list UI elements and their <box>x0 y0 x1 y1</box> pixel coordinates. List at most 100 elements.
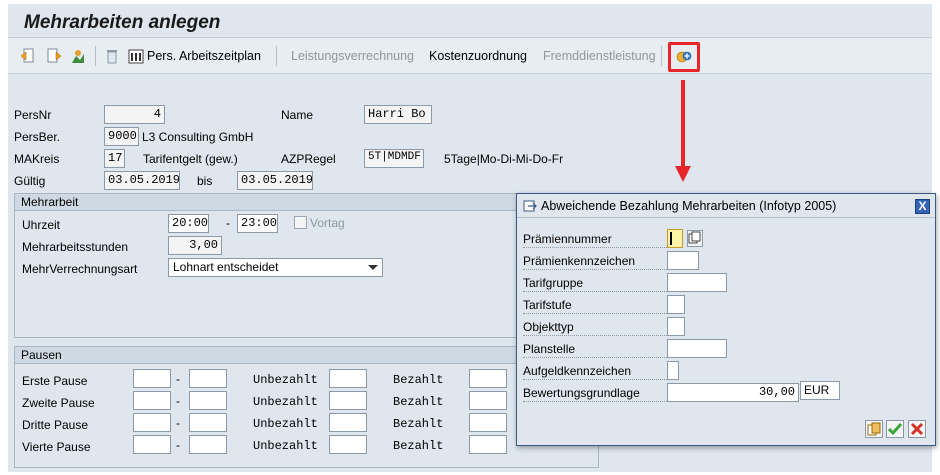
pause-from-field[interactable] <box>133 369 171 388</box>
page-title: Mehrarbeiten anlegen <box>24 12 221 33</box>
bezahlt-field[interactable] <box>469 435 507 454</box>
search-help-button[interactable] <box>865 420 883 438</box>
unbezahlt-label: Unbezahlt <box>253 417 318 431</box>
overview-icon[interactable] <box>70 48 86 64</box>
bezahlt-field[interactable] <box>469 413 507 432</box>
confirm-button[interactable] <box>886 420 904 438</box>
dialog-field-label: Tarifstufe <box>523 298 669 314</box>
gueltig-from-field[interactable]: 03.05.2019 <box>104 171 180 190</box>
pers-arbeitszeitplan-button[interactable]: Pers. Arbeitszeitplan <box>147 49 261 63</box>
makreis-field[interactable]: 17 <box>104 149 125 168</box>
verrechnungsart-dropdown[interactable]: Lohnart entscheidet <box>168 258 383 277</box>
uhrzeit-label: Uhrzeit <box>22 218 61 232</box>
azpregel-field[interactable]: 5T|MDMDF <box>364 149 424 168</box>
persnr-field[interactable]: 4 <box>104 105 165 124</box>
highlight-box <box>668 42 700 72</box>
pause-dash: - <box>176 438 180 452</box>
dialog-input-field[interactable] <box>667 273 727 292</box>
unbezahlt-field[interactable] <box>329 413 367 432</box>
pause-from-field[interactable] <box>133 413 171 432</box>
dialog-input-field[interactable] <box>667 295 685 314</box>
unbezahlt-field[interactable] <box>329 369 367 388</box>
close-icon[interactable]: X <box>915 199 930 214</box>
unbezahlt-label: Unbezahlt <box>253 439 318 453</box>
copy-value-button[interactable] <box>687 230 703 247</box>
text-cursor <box>670 232 672 245</box>
dialog-input-field[interactable] <box>667 361 679 380</box>
unbezahlt-field[interactable] <box>329 435 367 454</box>
pause-to-field[interactable] <box>189 391 227 410</box>
toolbar-separator <box>276 46 277 66</box>
currency-field[interactable]: EUR <box>800 381 840 400</box>
persber-label: PersBer. <box>14 130 61 144</box>
search-help-icon <box>867 422 881 436</box>
leistungsverrechnung-button[interactable]: Leistungsverrechnung <box>291 49 414 63</box>
toolbar-separator <box>95 46 96 66</box>
toolbar-separator <box>661 46 662 66</box>
azpregel-text: 5Tage|Mo-Di-Mi-Do-Fr <box>444 152 564 166</box>
pause-to-field[interactable] <box>189 369 227 388</box>
bezahlt-field[interactable] <box>469 391 507 410</box>
fremddienstleistung-button[interactable]: Fremddienstleistung <box>543 49 656 63</box>
dialog-field-label: Objekttyp <box>523 320 669 336</box>
pause-dash: - <box>176 416 180 430</box>
pause-dash: - <box>176 372 180 386</box>
pause-from-field[interactable] <box>133 391 171 410</box>
bezahlt-label: Bezahlt <box>393 439 444 453</box>
verrechnungsart-label: MehrVerrechnungsart <box>22 262 138 276</box>
copy-icon <box>688 231 701 244</box>
cancel-icon <box>910 422 924 436</box>
previous-record-icon[interactable] <box>20 48 36 64</box>
dialog-field-label: Prämiennummer <box>523 232 669 248</box>
kostenzuordnung-button[interactable]: Kostenzuordnung <box>429 49 527 63</box>
calendar-icon[interactable] <box>128 48 144 64</box>
dialog-field-label: Prämienkennzeichen <box>523 254 669 270</box>
makreis-label: MAKreis <box>14 152 60 166</box>
verrechnungsart-value: Lohnart entscheidet <box>173 260 279 274</box>
dialog-input-field[interactable] <box>667 251 699 270</box>
pause-row-label: Dritte Pause <box>22 418 89 432</box>
vortag-checkbox[interactable] <box>294 216 307 229</box>
dialog-field-label: Planstelle <box>523 342 669 358</box>
name-label: Name <box>281 108 314 122</box>
persber-field[interactable]: 9000 <box>104 127 139 146</box>
pausen-heading: Pausen <box>15 347 598 364</box>
bezahlt-label: Bezahlt <box>393 395 444 409</box>
dialog-input-field[interactable]: 30,00 <box>667 383 799 402</box>
uhrzeit-to-field[interactable]: 23:00 <box>237 214 278 233</box>
name-field[interactable]: Harri Bo <box>364 105 432 124</box>
dialog-field-label: Aufgeldkennzeichen <box>523 364 669 380</box>
gueltig-label: Gültig <box>14 174 46 188</box>
dialog-window-icon <box>523 200 537 212</box>
uhrzeit-dash: - <box>226 216 230 230</box>
makreis-text: Tarifentgelt (gew.) <box>143 152 238 166</box>
pause-to-field[interactable] <box>189 435 227 454</box>
dialog-input-field[interactable] <box>667 317 685 336</box>
bis-label: bis <box>197 174 213 188</box>
uhrzeit-from-field[interactable]: 20:00 <box>168 214 209 233</box>
dialog-field-label: Bewertungsgrundlage <box>523 386 669 402</box>
bezahlt-field[interactable] <box>469 369 507 388</box>
annotation-arrow-line <box>681 80 685 168</box>
annotation-arrow-head <box>675 166 691 182</box>
bezahlt-label: Bezahlt <box>393 373 444 387</box>
mehrarbeitsstunden-field[interactable]: 3,00 <box>168 236 222 255</box>
pause-row-label: Erste Pause <box>22 374 88 388</box>
pause-to-field[interactable] <box>189 413 227 432</box>
unbezahlt-field[interactable] <box>329 391 367 410</box>
pause-row-label: Zweite Pause <box>22 396 95 410</box>
cancel-button[interactable] <box>908 420 926 438</box>
chevron-down-icon <box>368 265 378 270</box>
unbezahlt-label: Unbezahlt <box>253 373 318 387</box>
bezahlt-label: Bezahlt <box>393 417 444 431</box>
next-record-icon[interactable] <box>46 48 62 64</box>
dialog-title-bar: Abweichende Bezahlung Mehrarbeiten (Info… <box>517 194 935 218</box>
azpregel-label: AZPRegel <box>281 152 336 166</box>
delete-icon[interactable] <box>104 48 120 64</box>
gueltig-to-field[interactable]: 03.05.2019 <box>237 171 313 190</box>
dialog-input-field[interactable] <box>667 339 727 358</box>
pause-from-field[interactable] <box>133 435 171 454</box>
persber-text: L3 Consulting GmbH <box>142 130 254 144</box>
unbezahlt-label: Unbezahlt <box>253 395 318 409</box>
abweichende-bezahlung-dialog: Abweichende Bezahlung Mehrarbeiten (Info… <box>516 193 936 446</box>
